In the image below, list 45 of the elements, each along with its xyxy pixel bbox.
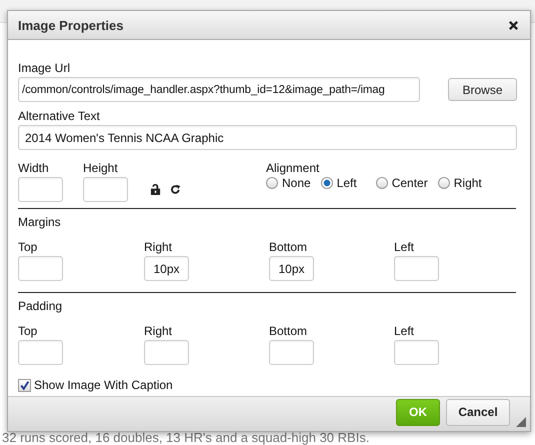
input-field[interactable]	[144, 340, 189, 365]
radio-label[interactable]: Left	[336, 176, 357, 190]
radio-button[interactable]	[438, 177, 450, 189]
input-field[interactable]	[83, 177, 128, 202]
cancel-button[interactable]: Cancel	[446, 398, 510, 426]
section-label: Padding	[18, 299, 64, 313]
input-field[interactable]: 10px	[144, 256, 189, 281]
refresh-icon[interactable]	[170, 183, 181, 196]
input-field[interactable]: 10px	[269, 256, 314, 281]
radio-button[interactable]	[320, 177, 333, 189]
radio-label[interactable]: None	[282, 176, 311, 190]
input-field[interactable]	[18, 177, 63, 202]
input-field[interactable]	[269, 340, 314, 365]
browse-button[interactable]: Browse	[448, 78, 517, 101]
padlock-icon[interactable]	[150, 183, 161, 196]
field-label: Right	[144, 324, 174, 338]
field-label: Left	[394, 324, 416, 338]
input-field[interactable]: 2014 Women's Tennis NCAA Graphic	[18, 125, 517, 150]
radio-label[interactable]: Center	[392, 176, 428, 190]
input-field[interactable]	[18, 256, 63, 281]
field-label: Alignment	[266, 161, 320, 175]
input-field[interactable]	[394, 340, 439, 365]
field-label: Left	[394, 240, 416, 254]
field-label: Alternative Text	[18, 109, 101, 123]
field-label: Image Url	[18, 61, 72, 75]
field-label: Top	[18, 324, 38, 338]
radio-label[interactable]: Right	[454, 176, 482, 190]
radio-button[interactable]	[376, 177, 388, 189]
section-label: Margins	[18, 215, 62, 229]
field-label: Right	[144, 240, 174, 254]
field-label: Bottom	[269, 240, 308, 254]
article-text: 32 runs scored, 16 doubles, 13 HR's and a squad-high 30 RBIs.	[1, 431, 370, 445]
field-label: Width	[18, 161, 50, 175]
dialog-title: Image Properties	[18, 18, 124, 32]
checkbox-label[interactable]: Show Image With Caption	[34, 378, 173, 392]
input-field[interactable]	[18, 340, 63, 365]
checkbox[interactable]	[18, 378, 31, 392]
close-icon[interactable]	[508, 20, 519, 30]
field-label: Height	[83, 161, 119, 175]
field-label: Bottom	[269, 324, 308, 338]
field-label: Top	[18, 240, 38, 254]
resize-grip-icon[interactable]	[516, 417, 526, 427]
input-field[interactable]: /common/controls/image_handler.aspx?thumb_id=12&image_path=/imag	[18, 77, 420, 102]
input-field[interactable]	[394, 256, 439, 281]
radio-button[interactable]	[266, 177, 278, 189]
